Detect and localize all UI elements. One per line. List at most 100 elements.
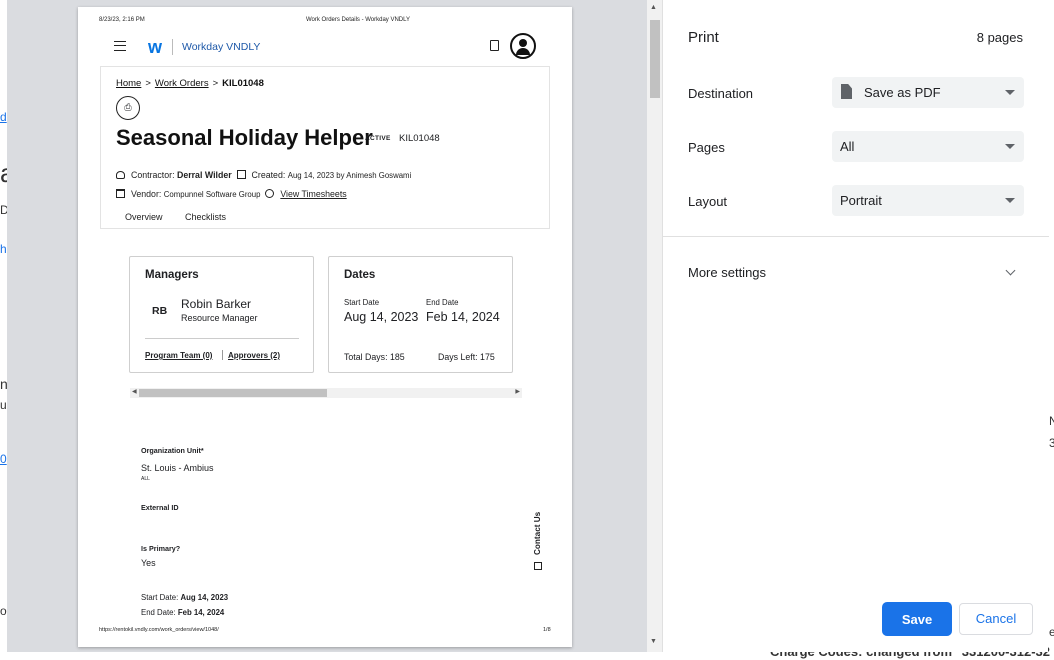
- org-unit-label: Organization Unit*: [141, 446, 204, 455]
- bg-right-fragment: ey: [1049, 625, 1054, 639]
- mail-icon: [534, 562, 542, 570]
- start-date-row: Start Date: Aug 14, 2023: [141, 593, 228, 602]
- cancel-button[interactable]: Cancel: [959, 603, 1033, 635]
- logo-divider: [172, 39, 173, 55]
- bg-text-fragment: h: [0, 242, 7, 256]
- workday-logo: w: [148, 37, 163, 57]
- created-label: Created:: [251, 170, 286, 180]
- pages-label: Pages: [688, 140, 725, 155]
- breadcrumb-separator: >: [212, 78, 219, 89]
- start-date-label: Start Date:: [141, 593, 179, 602]
- breadcrumb-current: KIL01048: [222, 78, 264, 89]
- manager-role: Resource Manager: [181, 313, 258, 323]
- end-date-label: End Date:: [141, 608, 176, 617]
- breadcrumb-home: Home: [116, 78, 142, 89]
- save-button[interactable]: Save: [883, 603, 951, 635]
- program-team-link: Program Team (0): [145, 351, 213, 360]
- print-settings-panel: Print 8 pages Destination Save as PDF Pa…: [662, 0, 1049, 652]
- print-title: Print: [688, 29, 719, 46]
- scroll-down-icon[interactable]: ▼: [650, 638, 657, 645]
- chevron-down-icon[interactable]: [1005, 265, 1016, 276]
- org-unit-sub: ALL: [141, 476, 150, 482]
- end-date-label: End Date: [426, 298, 459, 307]
- scrollbar-thumb[interactable]: [650, 20, 660, 98]
- horizontal-scrollbar: ◀ ▶: [130, 388, 522, 398]
- page-count: 8 pages: [976, 30, 1023, 45]
- chevron-down-icon: [1005, 90, 1015, 95]
- contractor-row: Contractor: Derral Wilder Created: Aug 1…: [116, 170, 411, 180]
- calendar-icon: [236, 170, 246, 179]
- work-order-id: KIL01048: [399, 133, 440, 144]
- divider: [145, 338, 299, 339]
- preview-scrollbar[interactable]: ▲ ▼: [647, 0, 662, 652]
- view-timesheets-link: View Timesheets: [280, 189, 347, 199]
- clipboard-icon: [490, 40, 499, 51]
- is-primary-label: Is Primary?: [141, 544, 181, 553]
- external-id-label: External ID: [141, 503, 179, 512]
- building-icon: [116, 189, 125, 198]
- destination-value: Save as PDF: [864, 85, 941, 100]
- bg-right-fragment: N: [1049, 414, 1054, 428]
- avatar: RB: [152, 305, 168, 317]
- vendor-label: Vendor:: [131, 189, 162, 199]
- pages-select[interactable]: All: [832, 131, 1024, 162]
- user-avatar-icon: [510, 33, 536, 59]
- contractor-label: Contractor:: [131, 170, 175, 180]
- is-primary-value: Yes: [141, 558, 156, 568]
- scroll-right-icon: ▶: [515, 389, 520, 395]
- start-date-value: Aug 14, 2023: [180, 593, 229, 602]
- status-badge: ACTIVE: [365, 135, 391, 142]
- bg-link-fragment: 0: [0, 452, 7, 466]
- vendor-row: Vendor: Compunnel Software Group View Ti…: [116, 189, 347, 199]
- more-settings-toggle[interactable]: More settings: [688, 265, 766, 280]
- managers-card: Managers RB Robin Barker Resource Manage…: [129, 256, 314, 373]
- page-footer-number: 1/8: [543, 627, 551, 633]
- start-date-label: Start Date: [344, 298, 380, 307]
- dates-card: Dates Start Date Aug 14, 2023 End Date F…: [328, 256, 513, 373]
- dates-title: Dates: [344, 269, 376, 281]
- app-nav-bar: w Workday VNDLY: [98, 33, 548, 61]
- total-days: Total Days: 185: [344, 352, 405, 362]
- org-unit-value: St. Louis - Ambius: [141, 463, 214, 473]
- page-title: Seasonal Holiday Helper: [116, 125, 373, 150]
- page-header-datetime: 8/23/23, 2:16 PM: [99, 17, 145, 23]
- page-header-title: Work Orders Details - Workday VNDLY: [306, 17, 411, 23]
- document-icon: [841, 84, 852, 99]
- print-icon: ⎙: [116, 96, 140, 120]
- layout-value: Portrait: [840, 193, 882, 208]
- preview-page: 8/23/23, 2:16 PM Work Orders Details - W…: [78, 7, 572, 647]
- vendor-name: Compunnel Software Group: [163, 190, 261, 199]
- end-date-value: Feb 14, 2024: [177, 608, 225, 617]
- start-date-value: Aug 14, 2023: [344, 310, 419, 324]
- created-value: Aug 14, 2023 by Animesh Goswami: [287, 171, 412, 180]
- days-left: Days Left: 175: [438, 352, 495, 362]
- chevron-down-icon: [1005, 144, 1015, 149]
- managers-title: Managers: [145, 269, 199, 281]
- destination-label: Destination: [688, 86, 754, 101]
- page-footer-url: https://rentokil.vndly.com/work_orders/v…: [99, 627, 219, 633]
- clock-icon: [265, 189, 275, 198]
- divider: [663, 236, 1049, 237]
- end-date-value: Feb 14, 2024: [426, 310, 500, 324]
- pages-value: All: [840, 139, 855, 154]
- layout-select[interactable]: Portrait: [832, 185, 1024, 216]
- breadcrumb-separator: >: [145, 78, 151, 89]
- breadcrumb-work-orders: Work Orders: [154, 78, 209, 89]
- layout-label: Layout: [688, 194, 728, 209]
- approvers-link: Approvers (2): [228, 351, 281, 360]
- print-preview-area[interactable]: 8/23/23, 2:16 PM Work Orders Details - W…: [7, 0, 662, 652]
- manager-name: Robin Barker: [181, 297, 252, 311]
- bg-link-fragment: d: [0, 110, 7, 124]
- bg-right-fragment: 31: [1049, 436, 1054, 450]
- chevron-down-icon: [1005, 198, 1015, 203]
- scroll-up-icon[interactable]: ▲: [650, 4, 657, 11]
- menu-icon: [114, 41, 126, 51]
- breadcrumb: Home > Work Orders > KIL01048: [116, 78, 264, 89]
- brand-name: Workday VNDLY: [182, 41, 261, 53]
- work-order-header-card: Home > Work Orders > KIL01048 ⎙ Seasonal Hol…: [100, 66, 550, 229]
- destination-select[interactable]: Save as PDF: [832, 77, 1024, 108]
- contractor-name: Derral Wilder: [176, 170, 232, 180]
- divider: [222, 350, 223, 360]
- end-date-row: End Date: Feb 14, 2024: [141, 608, 224, 617]
- tab-checklists: Checklists: [185, 212, 227, 222]
